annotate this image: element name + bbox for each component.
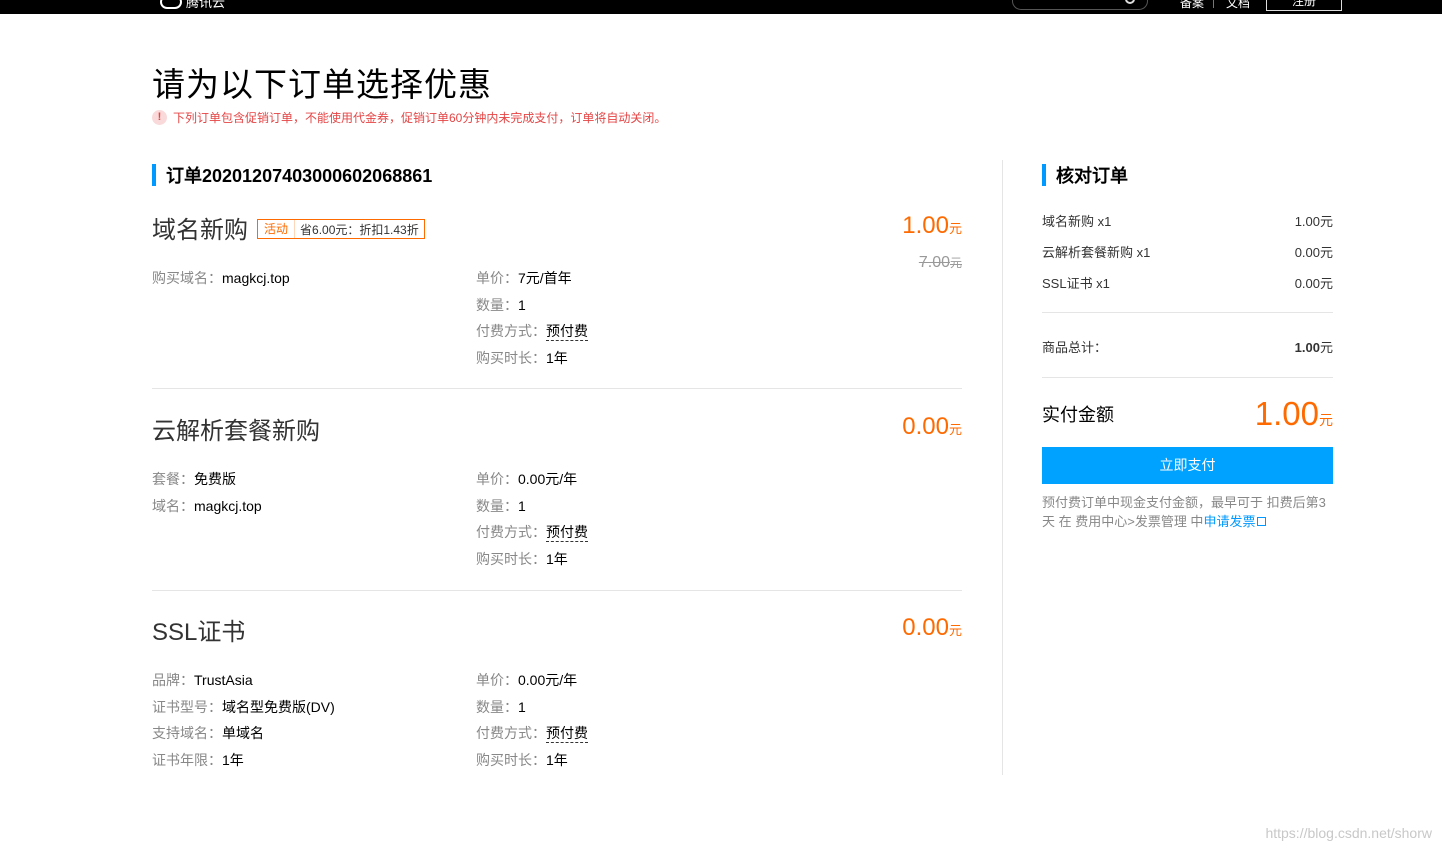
item-divider bbox=[152, 388, 962, 389]
detail-brand: 品牌：TrustAsia bbox=[152, 672, 253, 688]
detail-payment-type: 付费方式：预付费 bbox=[476, 524, 588, 542]
invoice-note-text: 预付费订单中现金支付金额，最早可于 扣费后第3天 在 费用中心>发票管理 中 bbox=[1042, 495, 1326, 529]
detail-cert-type: 证书型号：域名型免费版(DV) bbox=[152, 699, 335, 715]
summary-line-name: 域名新购 x1 bbox=[1042, 214, 1112, 229]
register-button[interactable]: 注册 bbox=[1266, 0, 1342, 11]
pay-now-button[interactable]: 立即支付 bbox=[1042, 447, 1333, 484]
item-price: 0.00元 bbox=[902, 614, 962, 641]
notice-text: 下列订单包含促销订单，不能使用代金券，促销订单60分钟内未完成支付，订单将自动关… bbox=[173, 111, 667, 125]
payment-type-tooltip[interactable]: 预付费 bbox=[546, 323, 588, 341]
subtotal-amount: 1.00元 bbox=[1294, 340, 1333, 355]
column-divider bbox=[1002, 160, 1003, 775]
detail-cert-years: 证书年限：1年 bbox=[152, 752, 244, 768]
summary-line: 云解析套餐新购 x1 0.00元 bbox=[1042, 242, 1333, 261]
heading-accent-bar bbox=[152, 164, 156, 186]
nav-link-docs[interactable]: 文档 bbox=[1226, 0, 1250, 11]
order-number: 订单20201207403000602068861 bbox=[166, 166, 433, 186]
nav-divider bbox=[1213, 0, 1214, 8]
summary-divider bbox=[1042, 312, 1333, 313]
detail-payment-type: 付费方式：预付费 bbox=[476, 725, 588, 743]
item-price: 1.00元 bbox=[902, 212, 962, 239]
detail-domain: 域名：magkcj.top bbox=[152, 498, 262, 514]
detail-plan: 套餐：免费版 bbox=[152, 471, 236, 487]
summary-title: 核对订单 bbox=[1056, 166, 1128, 186]
payment-type-tooltip[interactable]: 预付费 bbox=[546, 725, 588, 743]
detail-domain-support: 支持域名：单域名 bbox=[152, 725, 264, 741]
order-item-dns: 云解析套餐新购 0.00元 套餐：免费版 域名：magkcj.top 单价：0.… bbox=[152, 411, 962, 581]
detail-quantity: 数量：1 bbox=[476, 699, 526, 715]
summary-line-name: 云解析套餐新购 x1 bbox=[1042, 245, 1151, 260]
detail-payment-type: 付费方式：预付费 bbox=[476, 323, 588, 341]
promo-text: 省6.00元：折扣1.43折 bbox=[300, 222, 419, 237]
detail-unit-price: 单价：0.00元/年 bbox=[476, 471, 578, 487]
total-label: 实付金额 bbox=[1042, 405, 1114, 425]
watermark: https://blog.csdn.net/shorw bbox=[1265, 825, 1432, 841]
summary-line: SSL证书 x1 0.00元 bbox=[1042, 273, 1333, 292]
summary-line-amount: 0.00元 bbox=[1294, 245, 1333, 260]
order-item-ssl: SSL证书 0.00元 品牌：TrustAsia 证书型号：域名型免费版(DV)… bbox=[152, 612, 962, 782]
logo-text: 腾讯云 bbox=[186, 0, 226, 10]
detail-duration: 购买时长：1年 bbox=[476, 752, 568, 768]
order-item-domain: 域名新购 活动 省6.00元：折扣1.43折 1.00元 7.00元 购买域名：… bbox=[152, 210, 962, 380]
search-input[interactable] bbox=[1012, 0, 1148, 10]
search-icon[interactable] bbox=[1125, 0, 1135, 4]
detail-duration: 购买时长：1年 bbox=[476, 350, 568, 366]
detail-duration: 购买时长：1年 bbox=[476, 551, 568, 567]
promo-badge: 活动 省6.00元：折扣1.43折 bbox=[257, 219, 425, 239]
logo[interactable]: 腾讯云 bbox=[160, 0, 225, 11]
nav-link-filing[interactable]: 备案 bbox=[1180, 0, 1204, 11]
summary-line-amount: 0.00元 bbox=[1294, 276, 1333, 291]
summary-heading: 核对订单 bbox=[1042, 162, 1128, 188]
apply-invoice-link[interactable]: 申请发票 bbox=[1203, 514, 1267, 529]
detail-domain: 购买域名：magkcj.top bbox=[152, 270, 290, 286]
item-name: 域名新购 bbox=[152, 217, 248, 244]
external-link-icon bbox=[1257, 517, 1267, 526]
total-amount: 1.00元 bbox=[1254, 395, 1333, 432]
detail-unit-price: 单价：0.00元/年 bbox=[476, 672, 578, 688]
detail-unit-price: 单价：7元/首年 bbox=[476, 270, 572, 286]
item-name: SSL证书 bbox=[152, 619, 246, 646]
heading-accent-bar bbox=[1042, 164, 1046, 186]
cloud-logo-icon bbox=[160, 0, 182, 9]
payment-type-tooltip[interactable]: 预付费 bbox=[546, 524, 588, 542]
promo-tag: 活动 bbox=[258, 220, 296, 238]
top-nav-bar: 腾讯云 备案 文档 注册 bbox=[0, 0, 1442, 14]
order-heading: 订单20201207403000602068861 bbox=[152, 162, 432, 188]
subtotal-row: 商品总计： 1.00元 bbox=[1042, 337, 1333, 356]
summary-line-amount: 1.00元 bbox=[1294, 214, 1333, 229]
subtotal-label: 商品总计： bbox=[1042, 340, 1108, 355]
item-original-price: 7.00元 bbox=[918, 254, 962, 271]
warning-icon: ! bbox=[152, 110, 167, 125]
summary-line: 域名新购 x1 1.00元 bbox=[1042, 211, 1333, 230]
summary-line-name: SSL证书 x1 bbox=[1042, 276, 1110, 291]
detail-quantity: 数量：1 bbox=[476, 297, 526, 313]
detail-quantity: 数量：1 bbox=[476, 498, 526, 514]
promo-notice: ! 下列订单包含促销订单，不能使用代金券，促销订单60分钟内未完成支付，订单将自… bbox=[152, 109, 666, 126]
item-divider bbox=[152, 590, 962, 591]
summary-divider bbox=[1042, 377, 1333, 378]
item-name: 云解析套餐新购 bbox=[152, 418, 320, 445]
page-title: 请为以下订单选择优惠 bbox=[152, 66, 492, 103]
invoice-note: 预付费订单中现金支付金额，最早可于 扣费后第3天 在 费用中心>发票管理 中申请… bbox=[1042, 493, 1334, 531]
item-price: 0.00元 bbox=[902, 413, 962, 440]
